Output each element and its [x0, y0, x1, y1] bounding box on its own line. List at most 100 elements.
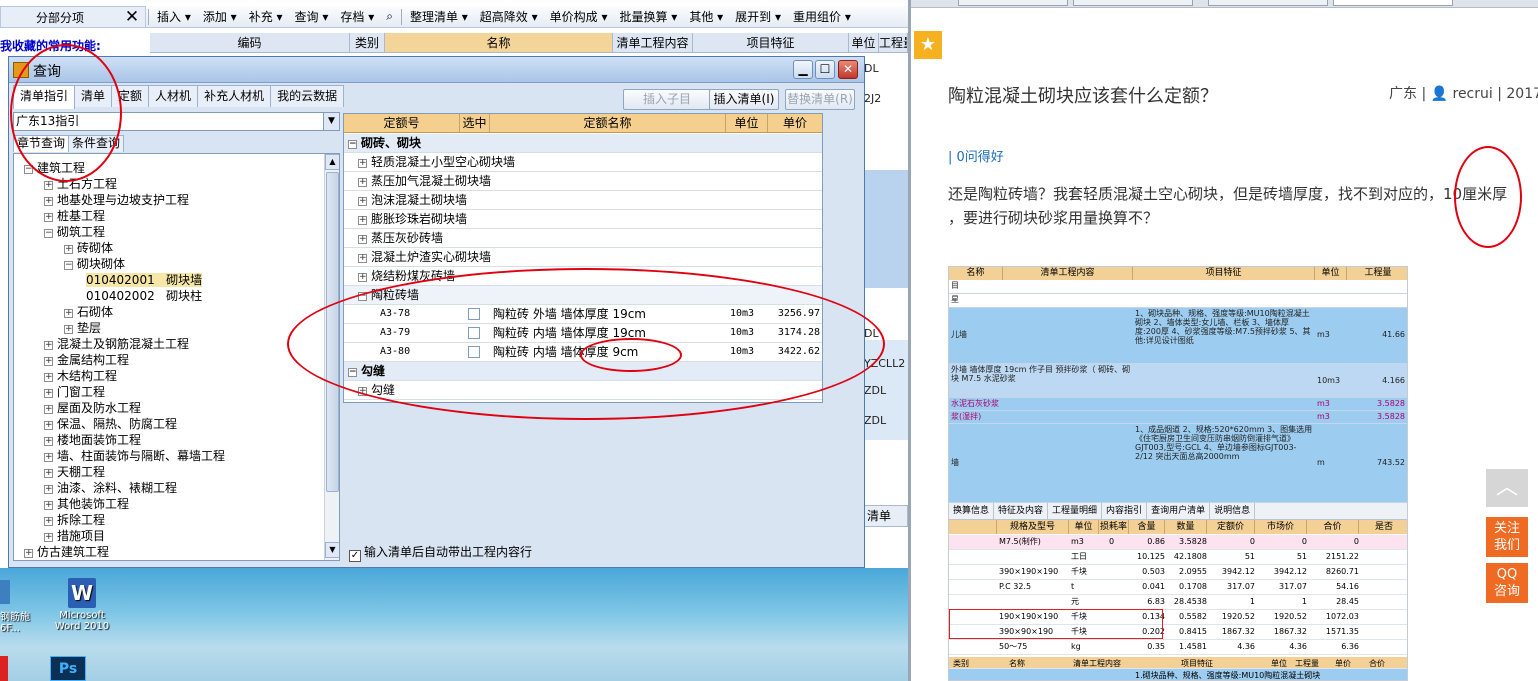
expand-icon[interactable]: + — [358, 235, 367, 244]
expand-icon[interactable]: + — [358, 273, 367, 282]
tree-node[interactable]: + 门窗工程 — [44, 384, 105, 400]
close-icon[interactable]: ✕ — [119, 7, 145, 27]
toolbar-batch-convert[interactable]: 批量换算 ▾ — [613, 8, 683, 25]
toolbar-height-reduction[interactable]: 超高降效 ▾ — [474, 8, 544, 25]
col-selected[interactable]: 选中 — [460, 114, 490, 132]
checkmark-icon[interactable]: ✓ — [349, 550, 361, 562]
grid-sub-row[interactable]: + 蒸压加气混凝土砌块墙 — [344, 172, 822, 191]
question-likes[interactable]: | 0问得好 — [948, 146, 1004, 165]
grid-sub-row[interactable]: + 蒸压灰砂砖墙 — [344, 229, 822, 248]
expand-icon[interactable]: + — [24, 549, 33, 558]
bottom-tab-list[interactable]: 清单 — [864, 505, 908, 527]
expand-icon[interactable]: + — [44, 485, 53, 494]
tree-node[interactable]: + 墙、柱面装饰与隔断、幕墙工程 — [44, 448, 225, 464]
auto-content-checkbox[interactable]: ✓ 输入清单后自动带出工程内容行 — [349, 543, 532, 562]
expand-icon[interactable]: + — [64, 325, 73, 334]
tree-node[interactable]: + 仿古建筑工程 — [24, 544, 109, 560]
grid-sub-row[interactable]: + 膨胀珍珠岩砌块墙 — [344, 210, 822, 229]
replace-list-button[interactable]: 替换清单(R) — [785, 89, 855, 110]
qq-consult-button[interactable]: QQ 咨询 — [1486, 563, 1528, 603]
expand-icon[interactable]: + — [358, 159, 367, 168]
col-price[interactable]: 单价 — [768, 114, 822, 132]
toolbar-other[interactable]: 其他 ▾ — [683, 8, 729, 25]
tab-cloud-data[interactable]: 我的云数据 — [270, 85, 345, 107]
tree-node[interactable]: + 拆除工程 — [44, 512, 105, 528]
toolbar-supplement[interactable]: 补充 ▾ — [243, 8, 289, 25]
col-quota-name[interactable]: 定额名称 — [490, 114, 726, 132]
toolbar-expand-to[interactable]: 展开到 ▾ — [729, 8, 787, 25]
expand-icon[interactable]: + — [44, 517, 53, 526]
tree-node[interactable]: + 石砌体 — [64, 304, 113, 320]
expand-icon[interactable]: + — [44, 341, 53, 350]
toolbar-add[interactable]: 添加 ▾ — [197, 8, 243, 25]
tree-node[interactable]: + 油漆、涂料、裱糊工程 — [44, 480, 177, 496]
browser-tab[interactable] — [1073, 0, 1193, 6]
tree-node[interactable]: + 其他装饰工程 — [44, 496, 129, 512]
tree-node[interactable]: + 桩基工程 — [44, 208, 105, 224]
expand-icon[interactable]: + — [358, 254, 367, 263]
grid-sub-row[interactable]: + 泡沫混凝土砌块墙 — [344, 191, 822, 210]
col-unit[interactable]: 单位 — [849, 33, 879, 52]
expand-icon[interactable]: + — [358, 197, 367, 206]
col-unit[interactable]: 单位 — [726, 114, 768, 132]
tree-node[interactable]: + 砖砌体 — [64, 240, 113, 256]
expand-icon[interactable]: + — [44, 181, 53, 190]
maximize-button[interactable]: ☐ — [815, 60, 835, 79]
tree-node[interactable]: + 垫层 — [64, 320, 101, 336]
col-code[interactable]: 编码 — [150, 33, 350, 52]
col-name[interactable]: 名称 — [385, 33, 613, 52]
tab-supplement-material[interactable]: 补充人材机 — [197, 85, 272, 107]
toolbar-query[interactable]: 查询 ▾ — [289, 8, 335, 25]
follow-us-button[interactable]: 关注 我们 — [1486, 517, 1528, 557]
expand-icon[interactable]: + — [44, 213, 53, 222]
expand-icon[interactable]: + — [64, 309, 73, 318]
tree-node[interactable]: + 地基处理与边坡支护工程 — [44, 192, 189, 208]
col-list-content[interactable]: 清单工程内容 — [613, 33, 693, 52]
collapse-icon[interactable]: − — [348, 140, 357, 149]
expand-icon[interactable]: + — [44, 357, 53, 366]
expand-icon[interactable]: + — [64, 245, 73, 254]
expand-icon[interactable]: + — [44, 405, 53, 414]
browser-tab[interactable] — [1208, 0, 1328, 6]
scroll-down-icon[interactable]: ▼ — [325, 542, 339, 558]
expand-icon[interactable]: + — [44, 437, 53, 446]
expand-icon[interactable]: + — [44, 469, 53, 478]
toolbar-reuse-pricing[interactable]: 重用组价 ▾ — [787, 8, 857, 25]
desktop-app-icon[interactable] — [0, 656, 8, 681]
tree-node[interactable]: + 措施项目 — [44, 528, 105, 544]
scroll-up-icon[interactable]: ▲ — [325, 154, 339, 170]
browser-tab-active[interactable] — [1333, 0, 1453, 6]
expand-icon[interactable]: + — [44, 373, 53, 382]
toolbar-archive[interactable]: 存档 ▾ — [334, 8, 380, 25]
toolbar-insert[interactable]: 插入 ▾ — [151, 8, 197, 25]
tree-node[interactable]: + 楼地面装饰工程 — [44, 432, 141, 448]
expand-icon[interactable]: + — [44, 533, 53, 542]
back-to-top-icon[interactable]: ︿ — [1486, 469, 1528, 507]
tree-node[interactable]: + 天棚工程 — [44, 464, 105, 480]
minimize-button[interactable]: ▁ — [793, 60, 813, 79]
binoculars-icon[interactable]: ⌕ — [380, 9, 399, 24]
grid-group-row[interactable]: − 砌砖、砌块 — [344, 134, 822, 153]
expand-icon[interactable]: + — [44, 421, 53, 430]
desktop-app-icon[interactable] — [0, 580, 10, 604]
collapse-icon[interactable]: − — [64, 261, 73, 270]
grid-sub-row[interactable]: + 混凝土炉渣实心砌块墙 — [344, 248, 822, 267]
insert-list-button[interactable]: 插入清单(I) — [709, 89, 779, 110]
expand-icon[interactable]: + — [44, 389, 53, 398]
col-quantity[interactable]: 工程量表 — [879, 33, 908, 52]
tree-node[interactable]: + 木结构工程 — [44, 368, 117, 384]
tree-leaf-selected[interactable]: 010402001 砌块墙 — [86, 272, 203, 288]
expand-icon[interactable]: + — [358, 178, 367, 187]
tab-labor-material[interactable]: 人材机 — [148, 85, 199, 107]
grid-sub-row[interactable]: + 轻质混凝土小型空心砌块墙 — [344, 153, 822, 172]
expand-icon[interactable]: + — [44, 501, 53, 510]
tree-node[interactable]: + 金属结构工程 — [44, 352, 129, 368]
tree-node[interactable]: − 砌块砌体 — [64, 256, 125, 272]
photoshop-icon[interactable]: Ps — [50, 656, 86, 681]
tree-node[interactable]: + 混凝土及钢筋混凝土工程 — [44, 336, 189, 352]
tree-leaf[interactable]: 010402002 砌块柱 — [86, 288, 202, 304]
chevron-down-icon[interactable]: ▼ — [323, 113, 339, 130]
col-features[interactable]: 项目特征 — [693, 33, 849, 52]
col-quota-code[interactable]: 定额号 — [344, 114, 460, 132]
browser-tab[interactable] — [958, 0, 1068, 6]
